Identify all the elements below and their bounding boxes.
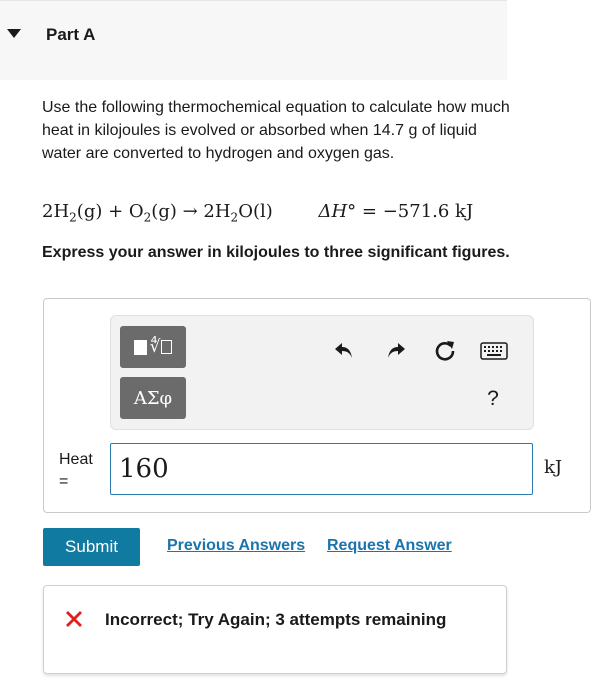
keyboard-icon[interactable] bbox=[479, 340, 509, 362]
previous-answers-link[interactable]: Previous Answers bbox=[167, 537, 305, 555]
equation-term: O(l) bbox=[238, 201, 273, 222]
submit-button[interactable]: Submit bbox=[43, 528, 140, 566]
part-title: Part A bbox=[46, 25, 96, 44]
equation-term: (g) + O bbox=[76, 201, 144, 222]
enthalpy-value: = −571.6 kJ bbox=[361, 201, 474, 222]
collapse-triangle-icon[interactable] bbox=[7, 29, 21, 38]
redo-icon[interactable] bbox=[383, 338, 409, 364]
math-toolbar: ∜ ΑΣφ ? bbox=[110, 315, 534, 430]
box-icon bbox=[161, 340, 173, 354]
templates-icon bbox=[133, 339, 147, 355]
answer-label: Heat = bbox=[59, 451, 93, 490]
part-header[interactable]: Part A bbox=[0, 0, 507, 80]
answer-unit: kJ bbox=[544, 457, 563, 478]
help-button[interactable]: ? bbox=[481, 386, 505, 412]
equation-term: 2H bbox=[42, 201, 70, 222]
radical-icon: ∜ bbox=[149, 337, 161, 357]
question-text: Use the following thermochemical equatio… bbox=[42, 99, 510, 162]
greek-symbols-button[interactable]: ΑΣφ bbox=[120, 377, 186, 419]
equation-subscript: 2 bbox=[69, 210, 77, 225]
heat-answer-input[interactable] bbox=[110, 443, 533, 495]
templates-button[interactable]: ∜ bbox=[120, 326, 186, 368]
undo-icon[interactable] bbox=[331, 338, 357, 364]
answer-instruction: Express your answer in kilojoules to thr… bbox=[42, 244, 510, 261]
thermochemical-equation: 2H2(g) + O2(g) → 2H2O(l) ΔH° = −571.6 kJ bbox=[42, 201, 542, 225]
enthalpy-symbol: ΔH° bbox=[318, 201, 357, 222]
feedback-box: Incorrect; Try Again; 3 attempts remaini… bbox=[43, 585, 507, 674]
request-answer-link[interactable]: Request Answer bbox=[327, 537, 452, 555]
answer-box: ∜ ΑΣφ ? Heat = kJ bbox=[43, 298, 591, 513]
equation-term: (g) → 2H bbox=[151, 201, 231, 222]
feedback-message: Incorrect; Try Again; 3 attempts remaini… bbox=[105, 610, 447, 629]
reset-icon[interactable] bbox=[431, 337, 459, 365]
